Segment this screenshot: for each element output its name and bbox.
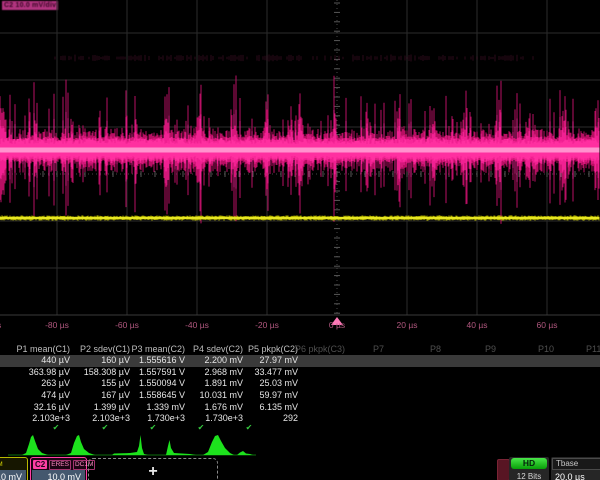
param-header-p4[interactable]: P4 sdev(C2)	[185, 344, 243, 355]
measure-value: 32.16 µV	[0, 402, 70, 413]
time-axis-label: 0 µs	[307, 320, 367, 330]
histicon[interactable]	[237, 451, 253, 455]
param-header-dim[interactable]: P7	[373, 343, 384, 355]
time-axis-label: 40 µs	[447, 320, 507, 330]
measure-value: 25.03 mV	[243, 378, 298, 389]
histicon[interactable]	[112, 435, 148, 455]
param-header-dim[interactable]: P11	[586, 343, 600, 355]
time-axis: -100 µs -80 µs -60 µs -40 µs -20 µs 0 µs 20 µs…	[0, 317, 600, 333]
c2-channel-badge: C2	[33, 460, 47, 469]
measure-value: 155 µV	[70, 378, 130, 389]
time-axis-label: -60 µs	[97, 320, 157, 330]
measure-value: 167 µV	[70, 390, 130, 401]
measure-value: 27.97 mV	[243, 355, 298, 366]
histicon[interactable]	[166, 440, 196, 455]
measure-row: 440 µV160 µV1.555616 V2.200 mV27.97 mV	[0, 355, 600, 367]
param-header-p2[interactable]: P2 sdev(C1)	[70, 344, 130, 355]
measure-value: 33.477 mV	[243, 367, 298, 378]
measure-value: 2.200 mV	[185, 355, 243, 366]
descriptor-bar: C1 DC1M 50.0 mV C2 ERES DC1M 10.0 mV + H…	[0, 457, 600, 480]
measure-value: 1.557591 V	[130, 367, 185, 378]
timebase-title: Tbase	[552, 458, 600, 470]
measure-row: 32.16 µV1.399 µV1.339 mV1.676 mV6.135 mV	[0, 401, 600, 413]
measure-value: 158.308 µV	[70, 367, 130, 378]
timebase-value: 20.0 µs	[551, 471, 600, 480]
time-axis-label: -100 µs	[0, 320, 17, 330]
measure-value: 1.550094 V	[130, 378, 185, 389]
oscilloscope-screen: C2 10.0 mV/div -100 µs-80 µs-60 µs-40 µs…	[0, 0, 600, 480]
measurement-status-row: ✔ ✔ ✔ ✔ ✔	[0, 423, 600, 432]
histicon[interactable]	[66, 435, 95, 455]
c2-trace	[0, 75, 599, 223]
param-status-check: ✔	[99, 423, 111, 432]
c1-descriptor[interactable]: C1 DC1M 50.0 mV	[0, 457, 28, 480]
c2-scale: 10.0 mV	[32, 470, 85, 480]
histicon[interactable]	[22, 435, 48, 455]
measure-value: 474 µV	[0, 390, 70, 401]
hd-bits-label: 12 Bits	[509, 472, 549, 480]
measure-value: 363.98 µV	[0, 367, 70, 378]
timebase-descriptor[interactable]: Tbase 20.0 µs	[551, 457, 600, 480]
hd-indicator: HD 12 Bits	[509, 457, 549, 480]
hd-badge: HD	[511, 458, 547, 469]
measurement-histicons[interactable]	[0, 432, 600, 457]
measure-value: 1.676 mV	[185, 402, 243, 413]
param-header-p3[interactable]: P3 mean(C2)	[130, 344, 185, 355]
measure-value: 440 µV	[0, 355, 70, 366]
measure-value: 1.558645 V	[130, 390, 185, 401]
measure-row: 474 µV167 µV1.558645 V10.031 mV59.97 mV	[0, 390, 600, 402]
param-header-p1[interactable]: P1 mean(C1)	[0, 344, 70, 355]
measure-value: 2.968 mV	[185, 367, 243, 378]
c2-descriptor[interactable]: C2 ERES DC1M 10.0 mV	[30, 457, 87, 480]
measure-value: 1.555616 V	[130, 355, 185, 366]
param-status-check: ✔	[243, 423, 255, 432]
measure-value: 263 µV	[0, 378, 70, 389]
time-axis-label: -20 µs	[237, 320, 297, 330]
measure-value: 1.339 mV	[130, 402, 185, 413]
param-status-check: ✔	[195, 423, 207, 432]
measure-value: 6.135 mV	[243, 402, 298, 413]
measurement-table: P1 mean(C1)P2 sdev(C1)P3 mean(C2)P4 sdev…	[0, 343, 600, 425]
measure-value: 1.399 µV	[70, 402, 130, 413]
param-header-dim[interactable]: P6 pkpk(C3)	[295, 343, 345, 355]
measure-value: 1.891 mV	[185, 378, 243, 389]
c1-trace	[0, 215, 599, 220]
param-header-dim[interactable]: P9	[485, 343, 496, 355]
param-header-dim[interactable]: P8	[430, 343, 441, 355]
param-status-check: ✔	[50, 423, 62, 432]
measure-value: 10.031 mV	[185, 390, 243, 401]
c1-coupling-badge: DC1M	[0, 461, 4, 469]
measure-row: 363.98 µV158.308 µV1.557591 V2.968 mV33.…	[0, 367, 600, 379]
param-header-dim[interactable]: P10	[538, 343, 554, 355]
time-axis-label: 20 µs	[377, 320, 437, 330]
c2-eres-badge: ERES	[49, 460, 71, 470]
measure-value: 59.97 mV	[243, 390, 298, 401]
time-axis-label: -40 µs	[167, 320, 227, 330]
param-status-check: ✔	[147, 423, 159, 432]
c1-scale: 50.0 mV	[0, 470, 26, 480]
histicon[interactable]	[203, 435, 234, 455]
measure-row: 263 µV155 µV1.550094 V1.891 mV25.03 mV	[0, 378, 600, 390]
add-trace-button[interactable]: +	[88, 458, 218, 480]
waveform-display[interactable]	[0, 0, 600, 318]
time-axis-label: -80 µs	[27, 320, 87, 330]
param-header-p5[interactable]: P5 pkpk(C2)	[243, 344, 298, 355]
measure-value: 160 µV	[70, 355, 130, 366]
time-axis-label: 60 µs	[517, 320, 577, 330]
